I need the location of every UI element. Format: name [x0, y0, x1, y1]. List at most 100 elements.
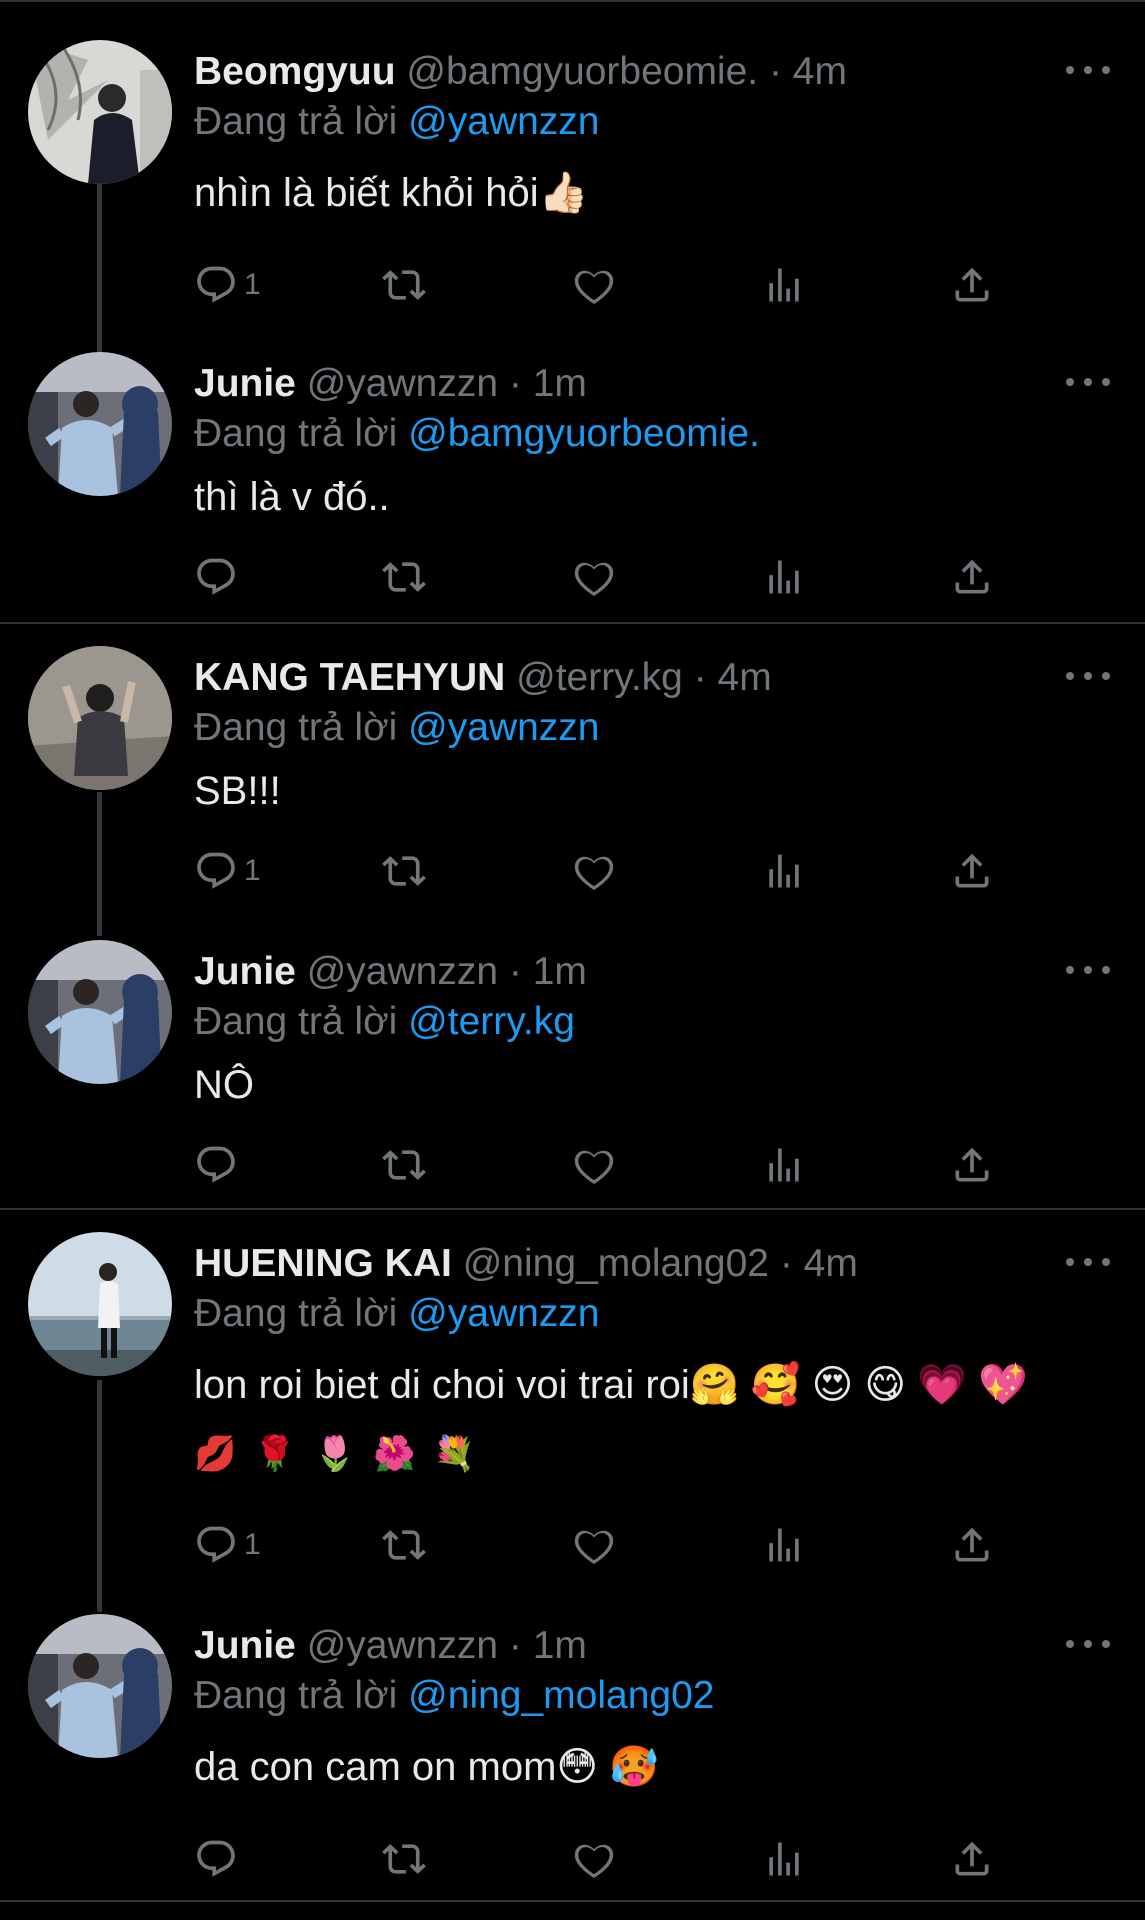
- avatar[interactable]: [28, 1614, 172, 1758]
- avatar[interactable]: [28, 646, 172, 790]
- retweet-button[interactable]: [382, 260, 426, 310]
- like-button[interactable]: [572, 1140, 616, 1190]
- thread-divider: [0, 1900, 1145, 1902]
- replying-to: Đang trả lời @bamgyuorbeomie.: [194, 410, 760, 458]
- action-bar: 1: [194, 260, 1014, 310]
- views-icon: [762, 849, 806, 893]
- views-button[interactable]: [762, 260, 806, 310]
- more-icon[interactable]: [1066, 362, 1110, 402]
- mention-link[interactable]: @yawnzzn: [408, 1292, 599, 1335]
- avatar[interactable]: [28, 1232, 172, 1376]
- mention-link[interactable]: @bamgyuorbeomie.: [408, 412, 760, 455]
- tweet-header: HUENING KAI @ning_molang02 · 4m: [194, 1240, 858, 1288]
- display-name[interactable]: Junie: [194, 950, 296, 993]
- more-icon[interactable]: [1066, 950, 1110, 990]
- retweet-button[interactable]: [382, 1140, 426, 1190]
- like-button[interactable]: [572, 1520, 616, 1570]
- more-icon[interactable]: [1066, 1624, 1110, 1664]
- timestamp[interactable]: · 1m: [509, 362, 587, 405]
- more-icon[interactable]: [1066, 50, 1110, 90]
- reply-count: 1: [244, 1528, 261, 1561]
- share-button[interactable]: [950, 260, 994, 310]
- username[interactable]: @yawnzzn: [307, 950, 498, 993]
- replying-to-label: Đang trả lời: [194, 100, 398, 143]
- more-icon[interactable]: [1066, 656, 1110, 696]
- thread-connector: [97, 792, 102, 936]
- reply-button[interactable]: 1: [194, 260, 261, 310]
- reply-button[interactable]: [194, 1834, 244, 1884]
- reply-button[interactable]: [194, 1140, 244, 1190]
- username[interactable]: @yawnzzn: [307, 362, 498, 405]
- mention-link[interactable]: @terry.kg: [408, 1000, 575, 1043]
- share-button[interactable]: [950, 1834, 994, 1884]
- like-button[interactable]: [572, 260, 616, 310]
- views-button[interactable]: [762, 1834, 806, 1884]
- tweet-header: Junie @yawnzzn · 1m: [194, 1622, 587, 1670]
- timestamp[interactable]: · 4m: [780, 1242, 858, 1285]
- retweet-button[interactable]: [382, 552, 426, 602]
- username[interactable]: @bamgyuorbeomie.: [406, 50, 758, 93]
- like-button[interactable]: [572, 1834, 616, 1884]
- retweet-button[interactable]: [382, 1520, 426, 1570]
- tweet-text: nhìn là biết khỏi hỏi👍🏻: [194, 171, 589, 215]
- views-icon: [762, 263, 806, 307]
- reply-button[interactable]: 1: [194, 846, 261, 896]
- mention-link[interactable]: @yawnzzn: [408, 706, 599, 749]
- display-name[interactable]: KANG TAEHYUN: [194, 656, 505, 699]
- replying-to-label: Đang trả lời: [194, 1000, 398, 1043]
- views-icon: [762, 1523, 806, 1567]
- views-icon: [762, 555, 806, 599]
- reply-button[interactable]: 1: [194, 1520, 261, 1570]
- avatar[interactable]: [28, 352, 172, 496]
- tweet-header: KANG TAEHYUN @terry.kg · 4m: [194, 654, 772, 702]
- username[interactable]: @yawnzzn: [307, 1624, 498, 1667]
- timestamp[interactable]: · 4m: [769, 50, 847, 93]
- username[interactable]: @terry.kg: [516, 656, 683, 699]
- timestamp[interactable]: · 1m: [509, 1624, 587, 1667]
- timestamp[interactable]: · 4m: [694, 656, 772, 699]
- share-button[interactable]: [950, 1140, 994, 1190]
- thread-divider: [0, 622, 1145, 624]
- retweet-button[interactable]: [382, 846, 426, 896]
- reply-button[interactable]: [194, 552, 244, 602]
- retweet-icon: [382, 555, 426, 599]
- display-name[interactable]: Beomgyuu: [194, 50, 396, 93]
- retweet-button[interactable]: [382, 1834, 426, 1884]
- reply-icon: [194, 263, 238, 307]
- like-icon: [572, 1837, 616, 1881]
- views-button[interactable]: [762, 1520, 806, 1570]
- mention-link[interactable]: @ning_molang02: [408, 1674, 714, 1717]
- views-button[interactable]: [762, 552, 806, 602]
- like-icon: [572, 849, 616, 893]
- share-icon: [950, 849, 994, 893]
- views-button[interactable]: [762, 1140, 806, 1190]
- like-icon: [572, 263, 616, 307]
- tweet-text: NÔ: [194, 1063, 254, 1107]
- share-button[interactable]: [950, 552, 994, 602]
- views-button[interactable]: [762, 846, 806, 896]
- share-button[interactable]: [950, 846, 994, 896]
- like-button[interactable]: [572, 552, 616, 602]
- avatar[interactable]: [28, 40, 172, 184]
- more-icon[interactable]: [1066, 1242, 1110, 1282]
- replying-to: Đang trả lời @yawnzzn: [194, 1290, 600, 1338]
- tweet-text: SB!!!: [194, 769, 281, 813]
- like-icon: [572, 555, 616, 599]
- action-bar: 1: [194, 846, 1014, 896]
- like-button[interactable]: [572, 846, 616, 896]
- tweet-text: da con cam on mom😳 🥵: [194, 1745, 659, 1789]
- tweet-text-emoji-line: 💋 🌹 🌷 🌺 💐: [194, 1435, 480, 1473]
- tweet-header: Junie @yawnzzn · 1m: [194, 948, 587, 996]
- avatar[interactable]: [28, 940, 172, 1084]
- display-name[interactable]: Junie: [194, 1624, 296, 1667]
- username[interactable]: @ning_molang02: [463, 1242, 769, 1285]
- mention-link[interactable]: @yawnzzn: [408, 100, 599, 143]
- share-button[interactable]: [950, 1520, 994, 1570]
- timestamp[interactable]: · 1m: [509, 950, 587, 993]
- display-name[interactable]: Junie: [194, 362, 296, 405]
- like-icon: [572, 1143, 616, 1187]
- action-bar: 1: [194, 1520, 1014, 1570]
- replying-to: Đang trả lời @terry.kg: [194, 998, 575, 1046]
- top-divider: [0, 0, 1145, 2]
- display-name[interactable]: HUENING KAI: [194, 1242, 452, 1285]
